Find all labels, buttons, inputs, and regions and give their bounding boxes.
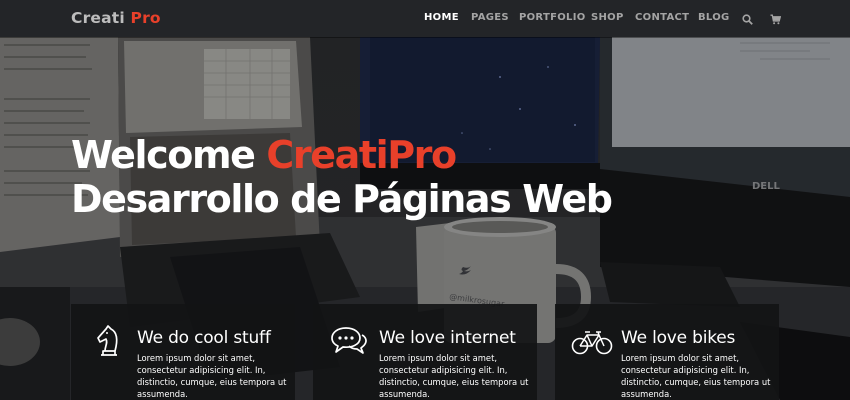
site-logo[interactable]: Creati Pro	[71, 9, 161, 27]
cart-icon[interactable]	[770, 12, 782, 30]
hero-title: Welcome CreatiPro Desarrollo de Páginas W…	[71, 133, 613, 221]
top-navbar: Creati Pro HOME PAGES PORTFOLIO SHOP CON…	[0, 0, 850, 37]
logo-text: Creati	[71, 9, 125, 27]
feature-box-cool-stuff: We do cool stuff Lorem ipsum dolor sit a…	[71, 304, 295, 400]
feature-box-internet: We love internet Lorem ipsum dolor sit a…	[313, 304, 537, 400]
search-icon[interactable]	[742, 12, 753, 30]
nav-item-pages[interactable]: PAGES	[471, 12, 509, 23]
hero-subtitle: Desarrollo de Páginas Web	[71, 177, 613, 221]
feature-text: Lorem ipsum dolor sit amet, consectetur …	[137, 353, 287, 399]
bicycle-icon	[571, 324, 613, 358]
nav-item-contact[interactable]: CONTACT	[635, 12, 689, 23]
feature-box-bikes: We love bikes Lorem ipsum dolor sit amet…	[555, 304, 779, 400]
nav-item-portfolio[interactable]: PORTFOLIO	[519, 12, 586, 23]
feature-text: Lorem ipsum dolor sit amet, consectetur …	[621, 353, 771, 399]
hero-title-accent: CreatiPro	[266, 133, 457, 177]
feature-text: Lorem ipsum dolor sit amet, consectetur …	[379, 353, 529, 399]
feature-title: We love internet	[379, 328, 516, 348]
feature-title: We love bikes	[621, 328, 736, 348]
nav-item-blog[interactable]: BLOG	[698, 12, 730, 23]
hero-title-prefix: Welcome	[71, 133, 267, 177]
nav-item-home[interactable]: HOME	[424, 12, 459, 23]
feature-title: We do cool stuff	[137, 328, 271, 348]
nav-item-shop[interactable]: SHOP	[591, 12, 624, 23]
logo-accent-text: Pro	[130, 9, 161, 27]
chat-bubbles-icon	[329, 324, 371, 358]
chess-knight-icon	[87, 324, 129, 358]
